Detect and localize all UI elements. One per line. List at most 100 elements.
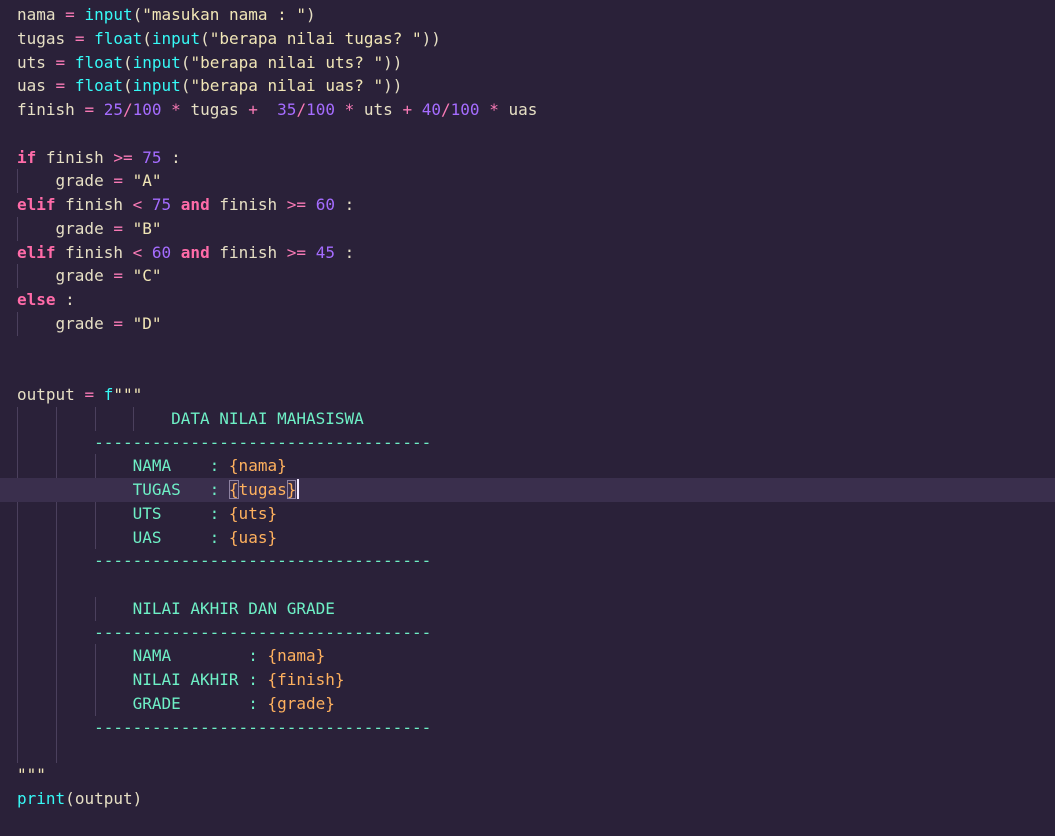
code-line-text: NILAI AKHIR : {finish}	[17, 668, 345, 692]
number-token: 60	[151, 242, 172, 262]
string-token: "masukan nama : "	[142, 5, 307, 24]
variable-token: uas	[508, 100, 538, 119]
code-line-text: -----------------------------------	[17, 431, 431, 455]
code-line[interactable]: finish = 25/100 * tugas + 35/100 * uts +…	[0, 98, 1055, 122]
code-line[interactable]: elif finish < 75 and finish >= 60 :	[0, 193, 1055, 217]
function-token: print	[17, 788, 66, 808]
code-line[interactable]: grade = "C"	[0, 264, 1055, 288]
punctuation-token: (	[65, 788, 75, 808]
fstring-text-token: -----------------------------------	[17, 432, 432, 452]
fstring-text-token: -----------------------------------	[17, 551, 432, 571]
code-line-text: -----------------------------------	[17, 549, 431, 573]
code-line[interactable]	[0, 739, 1055, 763]
code-line[interactable]: grade = "B"	[0, 217, 1055, 241]
number-token: 100	[306, 100, 335, 119]
fstring-text-token: NAMA :	[17, 646, 268, 666]
punctuation-token: (	[200, 28, 210, 48]
code-line[interactable]: uts = float(input("berapa nilai uts? "))	[0, 51, 1055, 75]
code-editor[interactable]: nama = input("masukan nama : ") tugas = f…	[0, 0, 1055, 836]
code-line[interactable]	[0, 359, 1055, 383]
code-line[interactable]: -----------------------------------	[0, 621, 1055, 645]
code-line[interactable]: tugas = float(input("berapa nilai tugas?…	[0, 27, 1055, 51]
code-line[interactable]: grade = "A"	[0, 169, 1055, 193]
fstring-text-token: TUGAS :	[17, 480, 229, 499]
variable-token: uts	[363, 100, 393, 119]
code-line[interactable]: NAMA : {nama}	[0, 644, 1055, 668]
operator-token: =	[65, 5, 75, 24]
interpolation-token: {finish}	[267, 670, 345, 689]
number-token: 100	[450, 100, 480, 119]
variable-token: grade	[55, 218, 104, 238]
code-line[interactable]: NAMA : {nama}	[0, 454, 1055, 478]
code-line[interactable]: NILAI AKHIR : {finish}	[0, 668, 1055, 692]
number-token: 45	[315, 242, 335, 262]
code-line[interactable]: UTS : {uts}	[0, 502, 1055, 526]
code-line[interactable]: NILAI AKHIR DAN GRADE	[0, 597, 1055, 621]
code-line[interactable]	[0, 573, 1055, 597]
fstring-text-token: UAS :	[17, 527, 229, 547]
punctuation-token: ))	[421, 28, 441, 48]
code-line[interactable]: uas = float(input("berapa nilai uas? "))	[0, 74, 1055, 98]
variable-token: uas	[17, 76, 46, 96]
code-line[interactable]: grade = "D"	[0, 312, 1055, 336]
punctuation-token: (	[123, 52, 133, 72]
operator-token: =	[113, 313, 123, 333]
punctuation-token: )	[306, 5, 316, 24]
code-line[interactable]: GRADE : {grade}	[0, 692, 1055, 716]
code-line-text: if finish >= 75 :	[17, 146, 181, 170]
function-token: input	[151, 28, 201, 48]
fstring-text-token: GRADE :	[17, 693, 268, 713]
matched-bracket-token: }	[286, 480, 297, 499]
code-line-text: nama = input("masukan nama : ")	[17, 3, 316, 27]
operator-token: =	[55, 52, 66, 72]
code-line-text: -----------------------------------	[17, 621, 431, 645]
code-line[interactable]: UAS : {uas}	[0, 526, 1055, 550]
code-line[interactable]: elif finish < 60 and finish >= 45 :	[0, 241, 1055, 265]
code-line[interactable]: DATA NILAI MAHASISWA	[0, 407, 1055, 431]
number-token: 60	[315, 195, 335, 214]
code-line[interactable]: """	[0, 763, 1055, 787]
code-line-text: uas = float(input("berapa nilai uas? "))	[17, 74, 402, 98]
code-line[interactable]: nama = input("masukan nama : ")	[0, 3, 1055, 27]
variable-token: finish	[65, 242, 123, 262]
code-line[interactable]	[0, 122, 1055, 146]
code-line[interactable]: else :	[0, 288, 1055, 312]
code-line[interactable]: if finish >= 75 :	[0, 146, 1055, 170]
fstring-text-token: NAMA :	[17, 456, 229, 476]
code-line[interactable]: -----------------------------------	[0, 431, 1055, 455]
function-token: f	[103, 385, 114, 404]
keyword-token: elif	[17, 195, 56, 214]
code-line[interactable]	[0, 336, 1055, 360]
code-line[interactable]: output = f"""	[0, 383, 1055, 407]
code-line[interactable]: -----------------------------------	[0, 716, 1055, 740]
string-token: "C"	[132, 266, 162, 286]
fstring-text-token: DATA NILAI MAHASISWA	[17, 408, 364, 428]
code-line[interactable]: print(output)	[0, 787, 1055, 811]
text-cursor	[297, 479, 300, 499]
code-line[interactable]: TUGAS : {tugas}	[0, 478, 1055, 502]
operator-token: =	[84, 385, 95, 404]
code-line[interactable]: -----------------------------------	[0, 549, 1055, 573]
